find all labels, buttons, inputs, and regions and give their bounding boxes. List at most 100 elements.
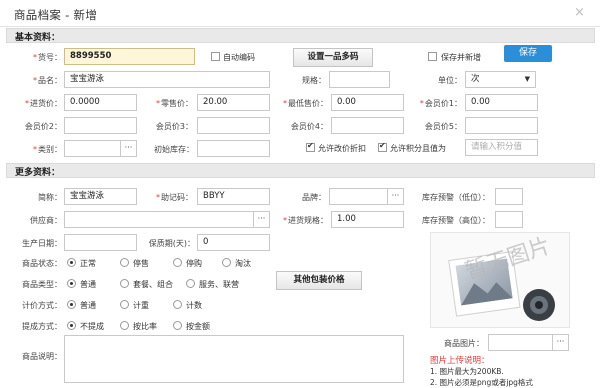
production-date-label: 生产日期：	[22, 239, 62, 248]
stock-high-input[interactable]	[495, 211, 523, 228]
status-radio-3[interactable]	[222, 258, 231, 267]
close-icon[interactable]: ×	[574, 5, 585, 20]
purchase-spec-label: *进货规格：	[283, 216, 328, 225]
shelf-life-input[interactable]: 0	[197, 234, 270, 251]
brand-picker-button[interactable]: ···	[388, 188, 404, 205]
spec-label: 规格：	[302, 76, 326, 85]
upload-note-title: 图片上传说明：	[430, 356, 490, 366]
category-picker-button[interactable]: ···	[121, 140, 137, 157]
supplier-label: 供应商：	[30, 216, 62, 225]
member-price3-label: 会员价3：	[155, 122, 193, 131]
retail-price-input[interactable]: 20.00	[197, 94, 270, 111]
pricing-radio-0[interactable]	[67, 300, 76, 309]
commission-radio-1[interactable]	[120, 321, 129, 330]
mnemonic-label: *助记码：	[156, 193, 193, 202]
image-path-input[interactable]	[488, 334, 553, 351]
type-radio-0[interactable]	[67, 279, 76, 288]
allow-discount-checkbox[interactable]	[306, 141, 315, 152]
upload-note-line: 2. 图片必须是png或者jpg格式	[430, 378, 533, 387]
commission-radio-0[interactable]	[67, 321, 76, 330]
description-label: 商品说明：	[22, 352, 62, 361]
save-button[interactable]: 保存	[504, 45, 552, 62]
member-price2-input[interactable]	[64, 117, 137, 134]
initial-stock-input[interactable]	[197, 140, 270, 157]
pricing-option-label: 计重	[133, 301, 149, 310]
pricing-label: 计价方式：	[22, 301, 62, 310]
supplier-picker-button[interactable]: ···	[254, 211, 270, 228]
member-price4-label: 会员价4：	[290, 122, 328, 131]
production-date-input[interactable]	[64, 234, 137, 251]
purchase-price-label: *进货价：	[25, 99, 62, 108]
status-radio-1[interactable]	[120, 258, 129, 267]
member-price5-label: 会员价5：	[424, 122, 462, 131]
type-label: 商品类型：	[22, 280, 62, 289]
pricing-radio-2[interactable]	[173, 300, 182, 309]
min-price-input[interactable]: 0.00	[331, 94, 404, 111]
category-input[interactable]	[64, 140, 121, 157]
supplier-input[interactable]	[64, 211, 254, 228]
status-option-label: 停购	[186, 259, 202, 268]
member-price2-label: 会员价2：	[24, 122, 62, 131]
member-price5-input[interactable]	[465, 117, 538, 134]
short-name-label: 简称：	[38, 193, 62, 202]
initial-stock-label: 初始库存：	[154, 145, 194, 154]
commission-option-label: 不提成	[80, 322, 104, 331]
category-label: *类别：	[33, 145, 62, 154]
pricing-option-label: 普通	[80, 301, 96, 310]
status-option-label: 停售	[133, 259, 149, 268]
purchase-spec-input[interactable]: 1.00	[331, 211, 404, 228]
commission-label: 提成方式：	[22, 322, 62, 331]
name-label: *品名：	[33, 76, 62, 85]
save-and-new-label: 保存并新增	[441, 53, 481, 62]
code-input[interactable]: 8899550	[64, 48, 195, 65]
status-label: 商品状态：	[22, 259, 62, 268]
multi-code-button[interactable]: 设置一品多码	[293, 48, 373, 67]
type-option-label: 套餐、组合	[133, 280, 173, 289]
shelf-life-label: 保质期(天)：	[148, 239, 195, 248]
description-textarea[interactable]	[64, 335, 404, 383]
stock-low-input[interactable]	[495, 188, 523, 205]
short-name-input[interactable]: 宝宝游泳	[64, 188, 137, 205]
auto-code-checkbox[interactable]	[211, 52, 220, 61]
product-image-placeholder: 暂无图片	[430, 232, 570, 328]
member-price1-input[interactable]: 0.00	[465, 94, 538, 111]
status-radio-2[interactable]	[173, 258, 182, 267]
name-input[interactable]: 宝宝游泳	[64, 71, 270, 88]
type-radio-2[interactable]	[186, 279, 195, 288]
status-radio-0[interactable]	[67, 258, 76, 267]
stock-high-label: 库存预警（高位）：	[422, 216, 490, 225]
type-option-label: 服务、联营	[199, 280, 239, 289]
allow-points-checkbox[interactable]	[378, 141, 387, 152]
section-more: 更多资料：	[6, 163, 595, 178]
min-price-label: *最低售价：	[283, 99, 328, 108]
commission-option-label: 按金额	[186, 322, 210, 331]
pricing-radio-1[interactable]	[120, 300, 129, 309]
image-picker-button[interactable]: ···	[553, 334, 569, 351]
stock-low-label: 库存预警（低位）：	[422, 193, 490, 202]
unit-label: 单位：	[438, 76, 462, 85]
unit-select[interactable]: 次 ▼	[465, 71, 536, 88]
mnemonic-input[interactable]: BBYY	[197, 188, 270, 205]
auto-code-label: 自动编码	[223, 53, 255, 62]
pricing-option-label: 计数	[186, 301, 202, 310]
member-price3-input[interactable]	[197, 117, 270, 134]
status-option-label: 淘汰	[235, 259, 251, 268]
spec-input[interactable]	[329, 71, 390, 88]
retail-price-label: *零售价：	[156, 99, 193, 108]
purchase-price-input[interactable]: 0.0000	[64, 94, 137, 111]
type-option-label: 普通	[80, 280, 96, 289]
points-input[interactable]: 请输入积分值	[465, 139, 538, 156]
save-and-new-checkbox[interactable]	[428, 52, 437, 61]
status-option-label: 正常	[80, 259, 96, 268]
commission-option-label: 按比率	[133, 322, 157, 331]
commission-radio-2[interactable]	[173, 321, 182, 330]
brand-label: 品牌：	[302, 193, 326, 202]
dialog-title: 商品档案 - 新增	[14, 8, 98, 22]
brand-input[interactable]	[329, 188, 388, 205]
member-price4-input[interactable]	[331, 117, 404, 134]
type-radio-1[interactable]	[120, 279, 129, 288]
upload-note-line: 1. 图片最大为200KB.	[430, 367, 504, 376]
member-price1-label: *会员价1：	[419, 99, 462, 108]
allow-discount-label: 允许改价折扣	[318, 144, 366, 153]
package-price-button[interactable]: 其他包装价格	[276, 271, 362, 290]
